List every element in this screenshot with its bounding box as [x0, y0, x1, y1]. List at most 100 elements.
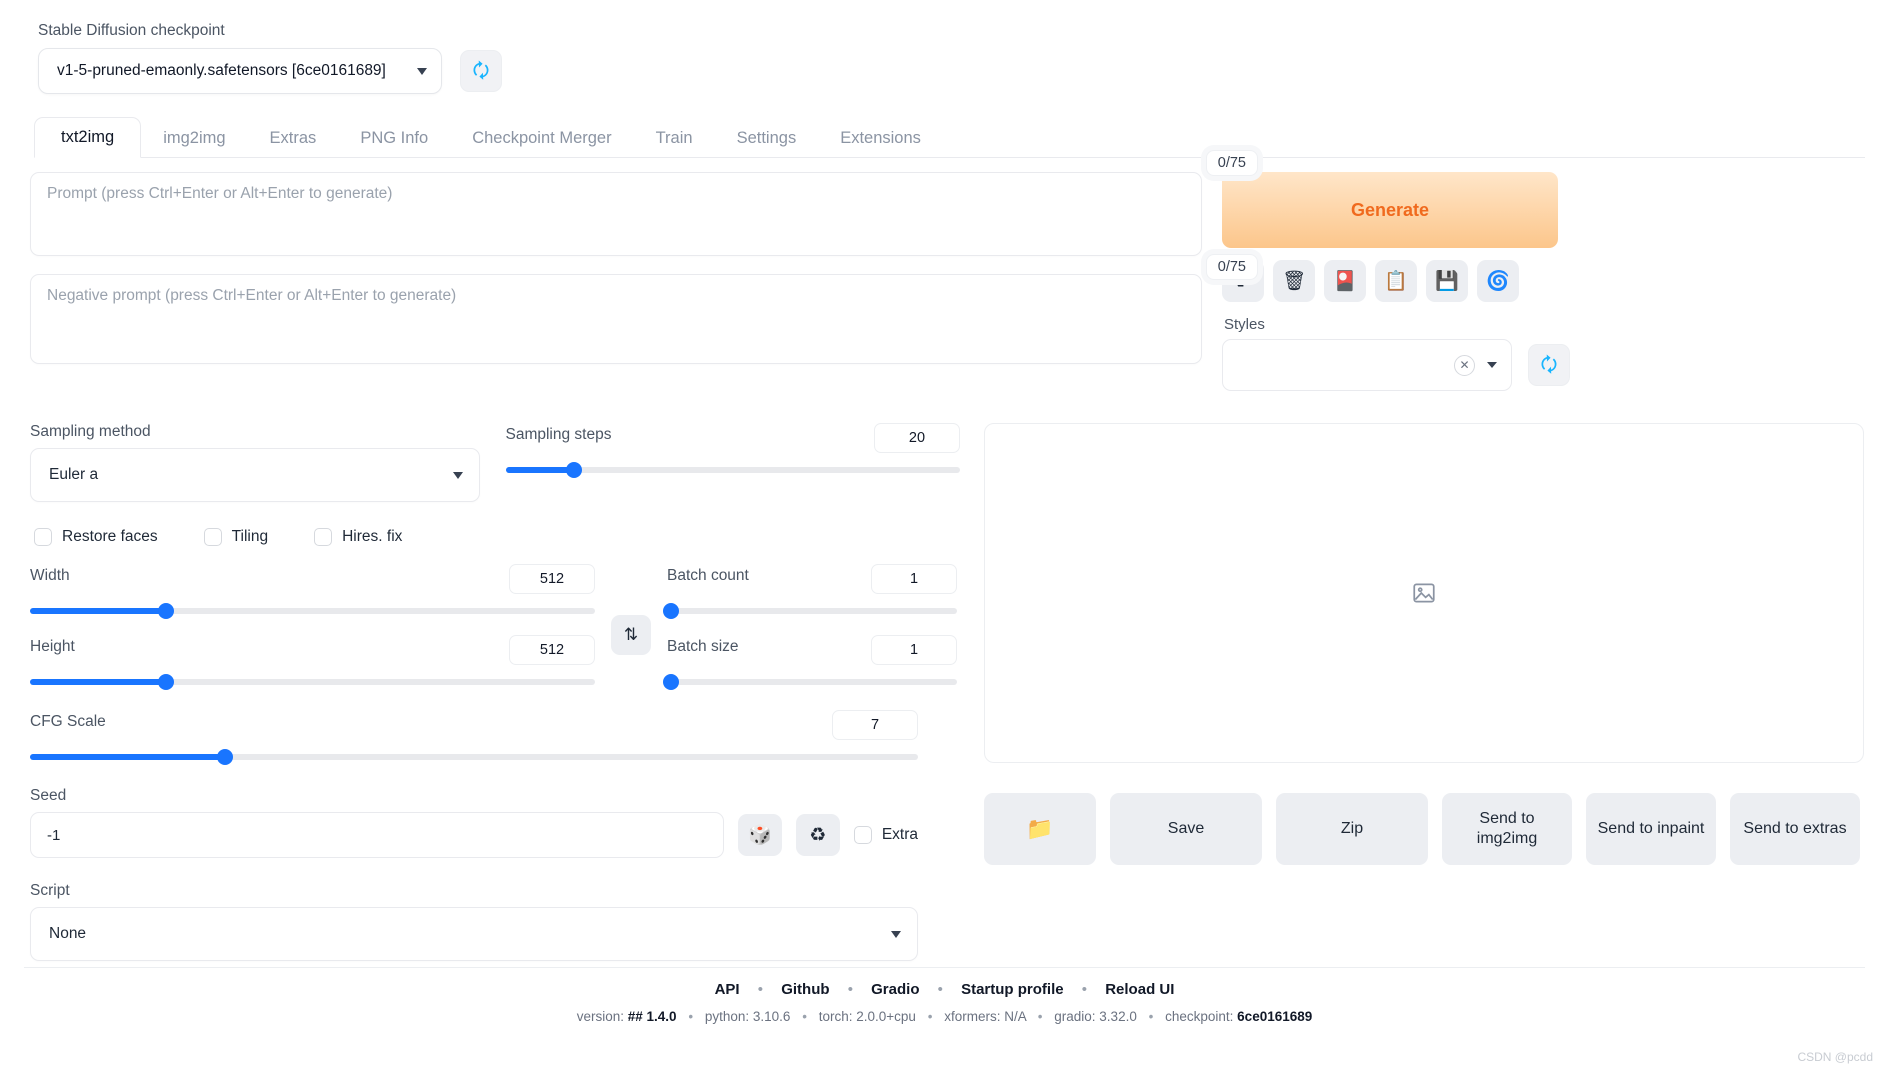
- sampling-steps-slider[interactable]: [506, 462, 961, 478]
- tab-extras[interactable]: Extras: [248, 120, 339, 158]
- image-placeholder-icon: [1411, 580, 1437, 606]
- batch-size-label: Batch size: [667, 638, 739, 656]
- footer-link-gradio[interactable]: Gradio: [871, 981, 919, 998]
- negative-prompt-token-counter: 0/75: [1206, 254, 1258, 280]
- tab-train[interactable]: Train: [634, 120, 715, 158]
- python-key: python:: [705, 1009, 749, 1024]
- checkpoint-key: checkpoint:: [1165, 1009, 1233, 1024]
- script-label: Script: [30, 882, 918, 900]
- slider-handle[interactable]: [158, 603, 174, 619]
- height-value[interactable]: 512: [509, 635, 595, 665]
- seed-group: Seed -1 🎲 ♻ Extra: [30, 787, 918, 858]
- slider-handle[interactable]: [217, 749, 233, 765]
- width-slider[interactable]: [30, 603, 595, 619]
- batch-count-slider[interactable]: [667, 603, 957, 619]
- extra-seed-checkbox[interactable]: Extra: [854, 826, 918, 844]
- cfg-scale-slider[interactable]: [30, 749, 918, 765]
- styles-label: Styles: [1224, 316, 1865, 333]
- cfg-scale-label: CFG Scale: [30, 713, 106, 731]
- slider-handle[interactable]: [566, 462, 582, 478]
- cfg-scale-group: CFG Scale 7: [30, 710, 918, 765]
- send-to-extras-button[interactable]: Send to extras: [1730, 793, 1860, 865]
- script-value: None: [49, 925, 883, 943]
- seed-input[interactable]: -1: [30, 812, 724, 858]
- tab-settings[interactable]: Settings: [715, 120, 819, 158]
- batch-size-value[interactable]: 1: [871, 635, 957, 665]
- floppy-save-icon[interactable]: 💾: [1426, 260, 1468, 302]
- height-slider[interactable]: [30, 674, 595, 690]
- refresh-icon: 🗘: [1541, 356, 1558, 375]
- swap-dimensions-button[interactable]: ⇅: [611, 615, 651, 655]
- zip-button[interactable]: Zip: [1276, 793, 1428, 865]
- slider-handle[interactable]: [663, 674, 679, 690]
- refresh-styles-button[interactable]: 🗘: [1528, 344, 1570, 386]
- clipboard-icon[interactable]: 📋: [1375, 260, 1417, 302]
- negative-prompt-wrap: Negative prompt (press Ctrl+Enter or Alt…: [30, 274, 1202, 364]
- prompt-toolbar: ↙ 🗑 🎴 📋 💾 🌀: [1222, 260, 1865, 302]
- spiral-icon[interactable]: 🌀: [1477, 260, 1519, 302]
- sampling-steps-group: Sampling steps 20: [506, 423, 961, 502]
- chevron-down-icon: [1487, 362, 1497, 368]
- checkpoint-select[interactable]: v1-5-pruned-emaonly.safetensors [6ce0161…: [38, 48, 442, 94]
- checkpoint-value: v1-5-pruned-emaonly.safetensors [6ce0161…: [57, 62, 409, 80]
- xformers-val: N/A: [1004, 1009, 1026, 1024]
- open-folder-button[interactable]: 📁: [984, 793, 1096, 865]
- batch-count-value[interactable]: 1: [871, 564, 957, 594]
- send-to-img2img-button[interactable]: Send to img2img: [1442, 793, 1572, 865]
- cfg-scale-value[interactable]: 7: [832, 710, 918, 740]
- prompt-input[interactable]: Prompt (press Ctrl+Enter or Alt+Enter to…: [30, 172, 1202, 256]
- script-select[interactable]: None: [30, 907, 918, 961]
- feature-checkboxes: Restore faces Tiling Hires. fix: [34, 528, 960, 546]
- tiling-label: Tiling: [232, 528, 268, 546]
- prompt-wrap: Prompt (press Ctrl+Enter or Alt+Enter to…: [30, 172, 1202, 256]
- refresh-checkpoint-button[interactable]: 🗘: [460, 50, 502, 92]
- tab-txt2img[interactable]: txt2img: [34, 117, 141, 159]
- generate-button[interactable]: Generate: [1222, 172, 1558, 248]
- hires-fix-label: Hires. fix: [342, 528, 402, 546]
- torch-key: torch:: [819, 1009, 853, 1024]
- sampling-method-value: Euler a: [49, 466, 445, 484]
- clear-styles-icon[interactable]: ✕: [1454, 355, 1475, 376]
- sampling-steps-label: Sampling steps: [506, 426, 612, 444]
- reuse-seed-recycle-icon[interactable]: ♻: [796, 814, 840, 856]
- random-seed-dice-icon[interactable]: 🎲: [738, 814, 782, 856]
- send-to-inpaint-button[interactable]: Send to inpaint: [1586, 793, 1716, 865]
- hires-fix-checkbox[interactable]: Hires. fix: [314, 528, 402, 546]
- prompt-section: Prompt (press Ctrl+Enter or Alt+Enter to…: [24, 172, 1865, 391]
- footer-link-github[interactable]: Github: [781, 981, 829, 998]
- watermark: CSDN @pcdd: [1797, 1050, 1873, 1064]
- webui-root: Stable Diffusion checkpoint v1-5-pruned-…: [0, 0, 1889, 1072]
- refresh-icon: 🗘: [473, 62, 490, 81]
- slider-handle[interactable]: [663, 603, 679, 619]
- settings-section: Sampling method Euler a Sampling steps 2…: [24, 423, 1865, 961]
- result-action-buttons: 📁 Save Zip Send to img2img Send to inpai…: [984, 793, 1864, 865]
- restore-faces-checkbox[interactable]: Restore faces: [34, 528, 158, 546]
- checkpoint-hash-val: 6ce0161689: [1237, 1009, 1312, 1024]
- save-button[interactable]: Save: [1110, 793, 1262, 865]
- dimensions-group: Width 512 Height 512: [30, 564, 595, 690]
- width-value[interactable]: 512: [509, 564, 595, 594]
- version-val: ## 1.4.0: [628, 1009, 677, 1024]
- negative-prompt-input[interactable]: Negative prompt (press Ctrl+Enter or Alt…: [30, 274, 1202, 364]
- footer-link-startup-profile[interactable]: Startup profile: [961, 981, 1064, 998]
- tab-checkpoint-merger[interactable]: Checkpoint Merger: [450, 120, 633, 158]
- result-image-frame[interactable]: [984, 423, 1864, 763]
- footer-link-api[interactable]: API: [715, 981, 740, 998]
- footer: API • Github • Gradio • Startup profile …: [0, 981, 1889, 1024]
- tiling-checkbox[interactable]: Tiling: [204, 528, 268, 546]
- image-card-icon[interactable]: 🎴: [1324, 260, 1366, 302]
- sampling-steps-value[interactable]: 20: [874, 423, 960, 453]
- tab-img2img[interactable]: img2img: [141, 120, 247, 158]
- tab-extensions[interactable]: Extensions: [818, 120, 943, 158]
- trash-icon[interactable]: 🗑: [1273, 260, 1315, 302]
- torch-val: 2.0.0+cpu: [856, 1009, 916, 1024]
- width-label: Width: [30, 567, 70, 585]
- batch-size-slider[interactable]: [667, 674, 957, 690]
- restore-faces-label: Restore faces: [62, 528, 158, 546]
- slider-handle[interactable]: [158, 674, 174, 690]
- sampling-method-select[interactable]: Euler a: [30, 448, 480, 502]
- batch-count-label: Batch count: [667, 567, 749, 585]
- tab-png-info[interactable]: PNG Info: [338, 120, 450, 158]
- footer-link-reload-ui[interactable]: Reload UI: [1105, 981, 1174, 998]
- styles-select[interactable]: ✕: [1222, 339, 1512, 391]
